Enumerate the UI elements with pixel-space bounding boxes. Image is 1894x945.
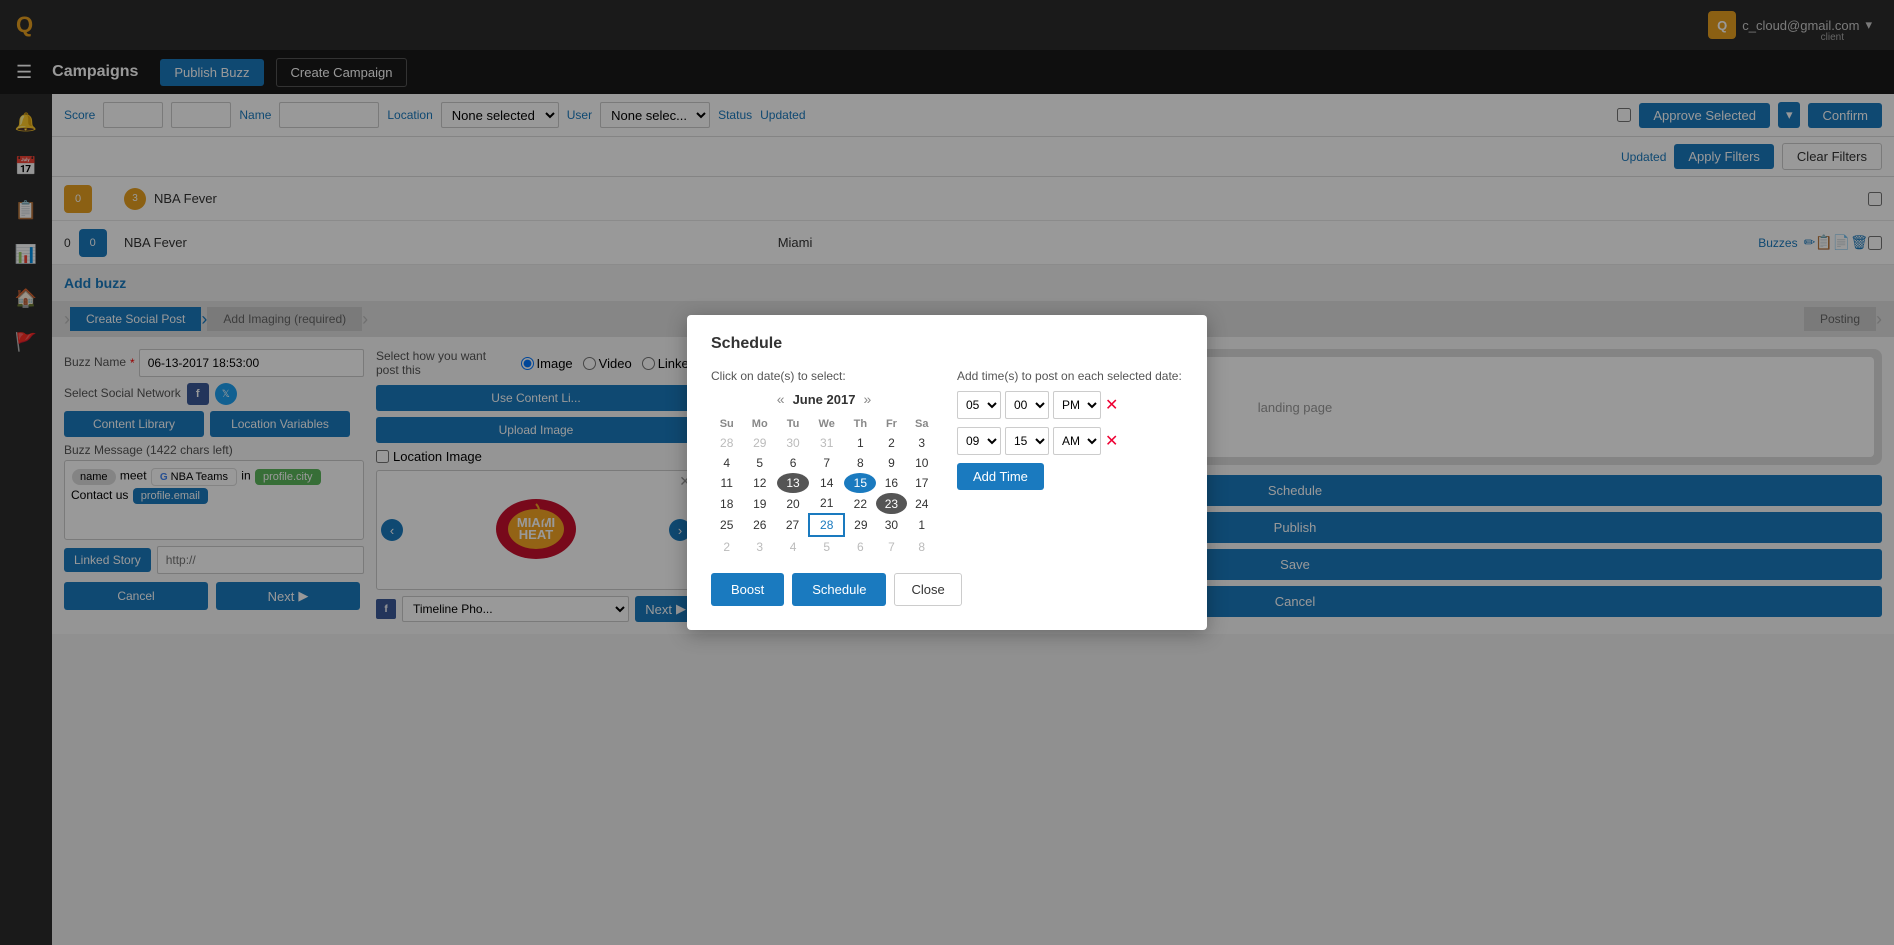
cal-day-30-pm[interactable]: 30 [777, 433, 809, 453]
cal-day-9[interactable]: 9 [876, 453, 906, 473]
cal-day-4[interactable]: 4 [711, 453, 742, 473]
cal-day-28[interactable]: 28 [809, 514, 844, 536]
cal-day-22[interactable]: 22 [844, 493, 876, 514]
cal-day-6-nm[interactable]: 6 [844, 536, 876, 557]
day-fr: Fr [876, 415, 906, 433]
cal-day-30[interactable]: 30 [876, 514, 906, 536]
cal-day-4-nm[interactable]: 4 [777, 536, 809, 557]
cal-day-19[interactable]: 19 [742, 493, 777, 514]
add-time-button[interactable]: Add Time [957, 463, 1044, 490]
cal-day-25[interactable]: 25 [711, 514, 742, 536]
cal-day-18[interactable]: 18 [711, 493, 742, 514]
cal-day-8[interactable]: 8 [844, 453, 876, 473]
cal-day-15[interactable]: 15 [844, 473, 876, 493]
modal-body: Click on date(s) to select: « June 2017 … [711, 369, 1183, 557]
cal-day-28-pm[interactable]: 28 [711, 433, 742, 453]
calendar-grid: Su Mo Tu We Th Fr Sa 28 29 [711, 415, 937, 557]
calendar-header: « June 2017 » [711, 391, 937, 407]
calendar-week-2: 4 5 6 7 8 9 10 [711, 453, 937, 473]
cal-day-2-nm[interactable]: 2 [711, 536, 742, 557]
cal-day-27[interactable]: 27 [777, 514, 809, 536]
cal-day-13[interactable]: 13 [777, 473, 809, 493]
day-sa: Sa [907, 415, 937, 433]
cal-day-17[interactable]: 17 [907, 473, 937, 493]
time-hour-2[interactable]: 09 01020304 05060708 101112 [957, 427, 1001, 455]
modal-calendar: Click on date(s) to select: « June 2017 … [711, 369, 937, 557]
time-entry-2: 09 01020304 05060708 101112 15003045 AMP… [957, 427, 1183, 455]
cal-day-2[interactable]: 2 [876, 433, 906, 453]
cal-day-10[interactable]: 10 [907, 453, 937, 473]
cal-day-7-nm[interactable]: 7 [876, 536, 906, 557]
cal-day-3[interactable]: 3 [907, 433, 937, 453]
day-tu: Tu [777, 415, 809, 433]
cal-day-5-nm[interactable]: 5 [809, 536, 844, 557]
day-mo: Mo [742, 415, 777, 433]
cal-day-20[interactable]: 20 [777, 493, 809, 514]
calendar-week-4: 18 19 20 21 22 23 24 [711, 493, 937, 514]
add-time-label: Add time(s) to post on each selected dat… [957, 369, 1183, 383]
time-remove-1[interactable]: ✕ [1105, 395, 1118, 415]
time-minute-2[interactable]: 15003045 [1005, 427, 1049, 455]
boost-button[interactable]: Boost [711, 573, 784, 606]
cal-day-11[interactable]: 11 [711, 473, 742, 493]
cal-day-5[interactable]: 5 [742, 453, 777, 473]
cal-day-8-nm[interactable]: 8 [907, 536, 937, 557]
calendar-week-3: 11 12 13 14 15 16 17 [711, 473, 937, 493]
cal-day-3-nm[interactable]: 3 [742, 536, 777, 557]
calendar-week-6: 2 3 4 5 6 7 8 [711, 536, 937, 557]
modal-time-section: Add time(s) to post on each selected dat… [957, 369, 1183, 557]
time-remove-2[interactable]: ✕ [1105, 431, 1118, 451]
calendar-next-button[interactable]: » [863, 391, 871, 407]
cal-day-14[interactable]: 14 [809, 473, 844, 493]
calendar-prev-button[interactable]: « [777, 391, 785, 407]
calendar-week-5: 25 26 27 28 29 30 1 [711, 514, 937, 536]
cal-day-26[interactable]: 26 [742, 514, 777, 536]
time-period-2[interactable]: AMPM [1053, 427, 1101, 455]
day-su: Su [711, 415, 742, 433]
cal-day-29[interactable]: 29 [844, 514, 876, 536]
click-to-select-label: Click on date(s) to select: [711, 369, 937, 383]
cal-day-1-nm[interactable]: 1 [907, 514, 937, 536]
time-minute-1[interactable]: 00153045 [1005, 391, 1049, 419]
modal-schedule-button[interactable]: Schedule [792, 573, 886, 606]
time-period-1[interactable]: PMAM [1053, 391, 1101, 419]
cal-day-29-pm[interactable]: 29 [742, 433, 777, 453]
cal-day-21[interactable]: 21 [809, 493, 844, 514]
cal-day-6[interactable]: 6 [777, 453, 809, 473]
time-hour-1[interactable]: 05 01020304 06070809 101112 [957, 391, 1001, 419]
cal-day-31-pm[interactable]: 31 [809, 433, 844, 453]
modal-overlay[interactable]: Schedule Click on date(s) to select: « J… [0, 0, 1894, 945]
modal-footer: Boost Schedule Close [711, 573, 1183, 606]
calendar-month: June 2017 [793, 392, 856, 407]
day-th: Th [844, 415, 876, 433]
modal-close-button[interactable]: Close [894, 573, 961, 606]
cal-day-23[interactable]: 23 [876, 493, 906, 514]
cal-day-1[interactable]: 1 [844, 433, 876, 453]
schedule-modal: Schedule Click on date(s) to select: « J… [687, 315, 1207, 630]
cal-day-24[interactable]: 24 [907, 493, 937, 514]
calendar-days-header: Su Mo Tu We Th Fr Sa [711, 415, 937, 433]
cal-day-12[interactable]: 12 [742, 473, 777, 493]
modal-title: Schedule [711, 335, 1183, 353]
day-we: We [809, 415, 844, 433]
cal-day-7[interactable]: 7 [809, 453, 844, 473]
time-entry-1: 05 01020304 06070809 101112 00153045 PMA… [957, 391, 1183, 419]
calendar-week-1: 28 29 30 31 1 2 3 [711, 433, 937, 453]
cal-day-16[interactable]: 16 [876, 473, 906, 493]
